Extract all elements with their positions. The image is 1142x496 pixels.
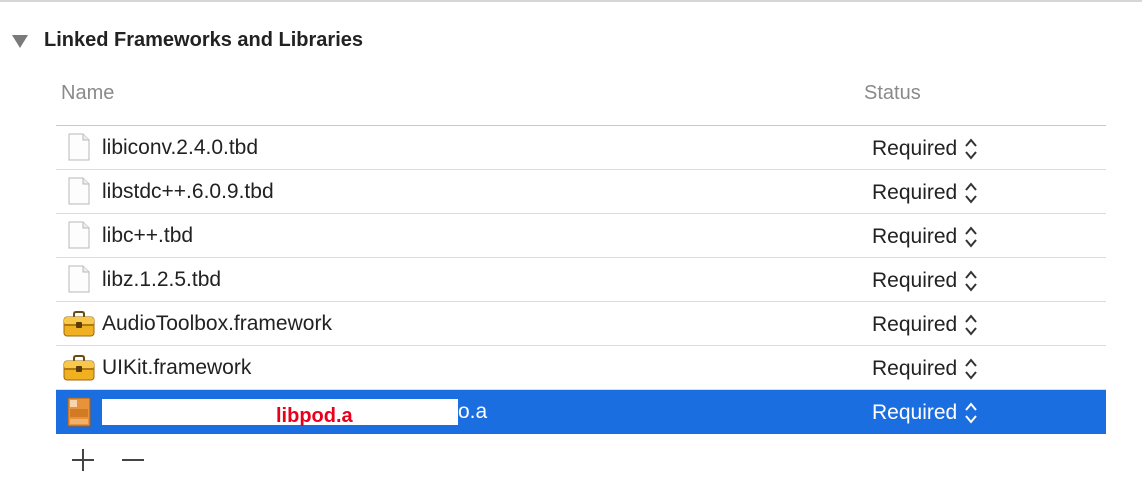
plus-icon	[72, 449, 94, 471]
row-name: AudioToolbox.framework	[102, 312, 332, 335]
table-row[interactable]: UIKit.framework Required	[56, 346, 1106, 390]
status-popup[interactable]: Required	[872, 356, 979, 382]
document-icon	[68, 133, 90, 161]
row-name: libz.1.2.5.tbd	[102, 268, 222, 291]
up-down-chevron-icon	[965, 138, 978, 160]
table-toolbar	[68, 446, 148, 474]
toolbox-icon	[63, 355, 95, 381]
disclosure-triangle-icon[interactable]	[12, 34, 28, 48]
row-name: libiconv.2.4.0.tbd	[102, 136, 259, 159]
status-label: Required	[872, 181, 958, 204]
up-down-chevron-icon	[965, 270, 978, 292]
up-down-chevron-icon	[965, 358, 978, 380]
up-down-chevron-icon	[965, 402, 978, 424]
top-divider	[0, 0, 1142, 2]
status-label: Required	[872, 269, 958, 292]
table-row[interactable]: libz.1.2.5.tbd Required	[56, 258, 1106, 302]
toolbox-icon	[63, 311, 95, 337]
archive-icon	[67, 397, 91, 427]
status-popup[interactable]: Required	[872, 400, 979, 426]
status-label: Required	[872, 137, 958, 160]
status-label: Required	[872, 401, 958, 424]
add-button[interactable]	[68, 446, 98, 474]
status-popup[interactable]: Required	[872, 180, 979, 206]
frameworks-table: libiconv.2.4.0.tbd Required libstdc++.6.…	[56, 125, 1106, 434]
status-label: Required	[872, 357, 958, 380]
status-popup[interactable]: Required	[872, 136, 979, 162]
status-label: Required	[872, 225, 958, 248]
remove-button[interactable]	[118, 446, 148, 474]
row-name-suffix: o.a	[458, 400, 488, 423]
minus-icon	[122, 459, 144, 461]
table-row[interactable]: libiconv.2.4.0.tbd Required	[56, 126, 1106, 170]
table-row[interactable]: AudioToolbox.framework Required	[56, 302, 1106, 346]
row-name: libstdc++.6.0.9.tbd	[102, 180, 274, 203]
column-header-name[interactable]: Name	[61, 82, 114, 105]
status-popup[interactable]: Required	[872, 268, 979, 294]
document-icon	[68, 221, 90, 249]
column-header-status[interactable]: Status	[864, 82, 921, 105]
document-icon	[68, 177, 90, 205]
table-row-selected[interactable]: libpod.a o.a Required	[56, 390, 1106, 434]
up-down-chevron-icon	[965, 226, 978, 248]
table-row[interactable]: libc++.tbd Required	[56, 214, 1106, 258]
up-down-chevron-icon	[965, 182, 978, 204]
redaction-box: libpod.a	[102, 399, 458, 427]
row-name: libc++.tbd	[102, 224, 194, 247]
table-row[interactable]: libstdc++.6.0.9.tbd Required	[56, 170, 1106, 214]
status-popup[interactable]: Required	[872, 224, 979, 250]
section-title: Linked Frameworks and Libraries	[44, 28, 363, 51]
row-name: UIKit.framework	[102, 356, 252, 379]
redaction-label: libpod.a	[276, 405, 353, 427]
up-down-chevron-icon	[965, 314, 978, 336]
status-popup[interactable]: Required	[872, 312, 979, 338]
document-icon	[68, 265, 90, 293]
section-header[interactable]: Linked Frameworks and Libraries	[12, 28, 363, 52]
status-label: Required	[872, 313, 958, 336]
